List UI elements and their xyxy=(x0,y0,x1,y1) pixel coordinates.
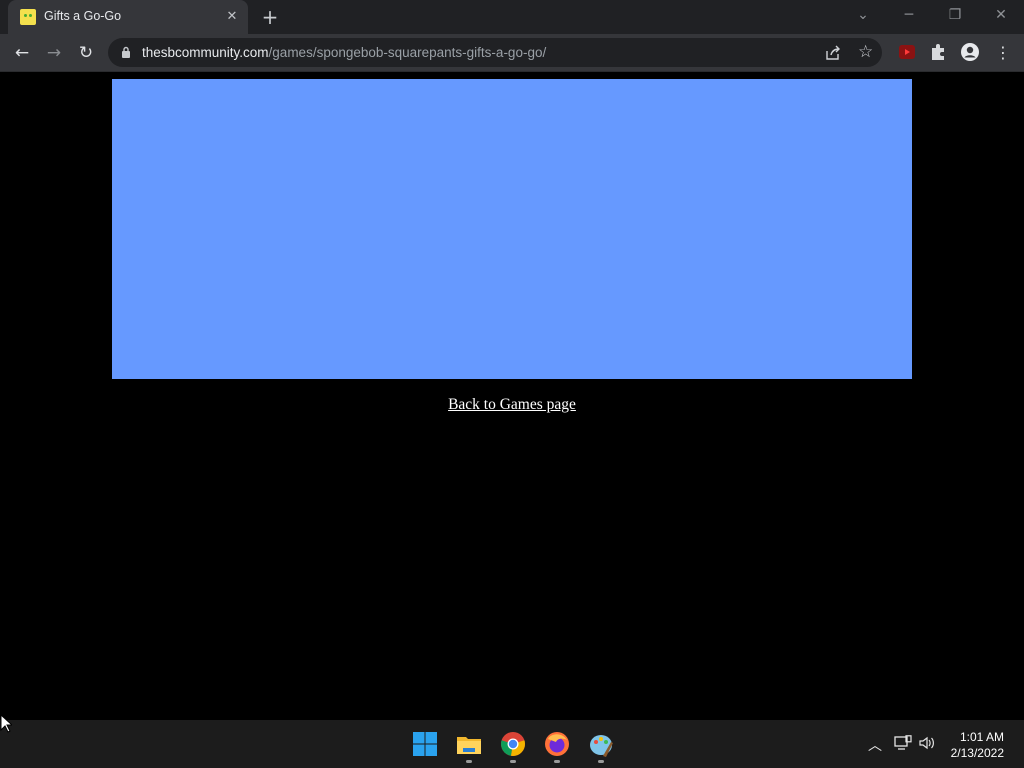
back-to-games-link[interactable]: Back to Games page xyxy=(448,396,576,413)
profile-avatar-icon[interactable] xyxy=(960,42,980,62)
show-hidden-icons-chevron-icon[interactable]: ︿ xyxy=(868,735,882,755)
browser-titlebar: Gifts a Go-Go ✕ + ⌄ ─ ❐ ✕ xyxy=(0,0,1024,34)
url-host: thesbcommunity.com xyxy=(142,45,269,60)
system-clock[interactable]: 1:01 AM 2/13/2022 xyxy=(951,729,1004,761)
url-path: /games/spongebob-squarepants-gifts-a-go-… xyxy=(268,45,547,60)
reload-button[interactable]: ↻ xyxy=(73,40,99,66)
browser-toolbar: ← → ↻ thesbcommunity.com/games/spongebob… xyxy=(0,34,1024,72)
new-tab-button[interactable]: + xyxy=(259,7,281,27)
clock-date: 2/13/2022 xyxy=(950,746,1004,760)
tab-search-icon[interactable]: ⌄ xyxy=(848,4,878,26)
chrome-icon[interactable] xyxy=(499,730,527,758)
spongebob-favicon-icon xyxy=(20,9,36,25)
close-window-button[interactable]: ✕ xyxy=(986,4,1016,26)
windows-start-icon[interactable] xyxy=(411,730,439,758)
lock-icon[interactable] xyxy=(121,46,131,58)
tab-gifts-a-go-go[interactable]: Gifts a Go-Go ✕ xyxy=(8,0,248,34)
paint-running-indicator xyxy=(598,760,604,763)
windows-taskbar: ︿ 1:01 AM 2/13/2022 xyxy=(0,720,1024,768)
mouse-cursor-icon xyxy=(0,714,12,733)
extensions-puzzle-icon[interactable] xyxy=(928,42,948,62)
firefox-running-indicator xyxy=(554,760,560,763)
network-icon[interactable] xyxy=(894,735,912,751)
volume-icon[interactable] xyxy=(918,735,936,751)
file-explorer-running-indicator xyxy=(466,760,472,763)
game-embed-area[interactable] xyxy=(112,79,912,379)
bookmark-star-icon[interactable]: ☆ xyxy=(858,42,873,62)
paint-icon[interactable] xyxy=(587,730,615,758)
minimize-button[interactable]: ─ xyxy=(894,4,924,26)
clock-time: 1:01 AM xyxy=(959,730,1004,744)
share-icon[interactable] xyxy=(824,44,842,62)
restore-button[interactable]: ❐ xyxy=(940,4,970,26)
chrome-menu-icon[interactable]: ⋮ xyxy=(990,40,1016,66)
back-link-row: Back to Games page xyxy=(0,396,1024,414)
firefox-icon[interactable] xyxy=(543,730,571,758)
file-explorer-icon[interactable] xyxy=(455,730,483,758)
youtube-extension-icon[interactable] xyxy=(897,42,917,62)
url-text[interactable]: thesbcommunity.com/games/spongebob-squar… xyxy=(142,45,546,60)
address-bar[interactable]: thesbcommunity.com/games/spongebob-squar… xyxy=(108,38,882,67)
tab-title: Gifts a Go-Go xyxy=(44,9,122,23)
back-button[interactable]: ← xyxy=(9,40,35,66)
chrome-running-indicator xyxy=(510,760,516,763)
forward-button[interactable]: → xyxy=(41,40,67,66)
tab-close-icon[interactable]: ✕ xyxy=(224,9,240,25)
